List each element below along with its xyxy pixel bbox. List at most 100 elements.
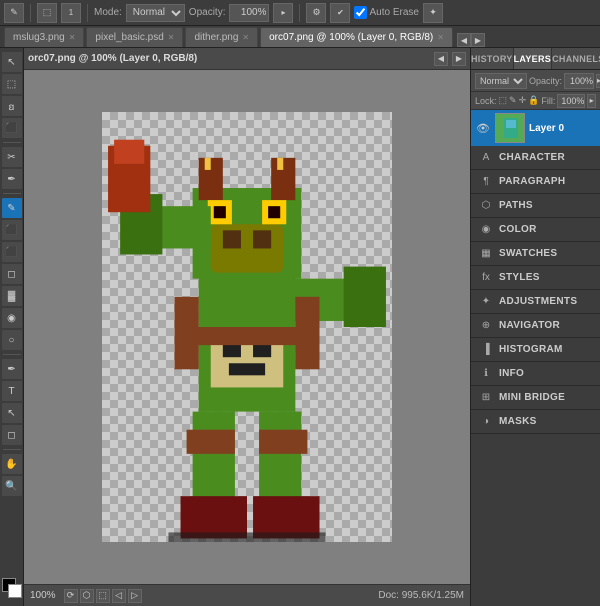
blur-tool[interactable]: ◉ bbox=[2, 308, 22, 328]
hand-tool[interactable]: ✋ bbox=[2, 454, 22, 474]
mini-bridge-panel-label: MINI BRIDGE bbox=[499, 392, 565, 403]
canvas-header-controls: ◀ ▶ bbox=[434, 52, 466, 66]
panel-paragraph[interactable]: ¶ PARAGRAPH bbox=[471, 170, 600, 194]
tablet-icon[interactable]: ✦ bbox=[423, 3, 443, 23]
panel-swatches[interactable]: ▦ SWATCHES bbox=[471, 242, 600, 266]
document-info: Doc: 995.6K/1.25M bbox=[378, 590, 464, 601]
background-color[interactable] bbox=[8, 584, 22, 598]
layer-0-item[interactable]: 👁 Layer 0 bbox=[471, 110, 600, 146]
zoom-tool[interactable]: 🔍 bbox=[2, 476, 22, 496]
masks-panel-label: MASKS bbox=[499, 416, 537, 427]
tab-history[interactable]: HISTORY bbox=[471, 48, 514, 69]
eyedropper-tool[interactable]: ✒ bbox=[2, 169, 22, 189]
opacity-input[interactable] bbox=[229, 4, 269, 22]
opacity-label: Opacity: bbox=[529, 76, 562, 86]
tab-nav-left[interactable]: ◀ bbox=[457, 33, 471, 47]
panel-paths[interactable]: ⬡ PATHS bbox=[471, 194, 600, 218]
tool-divider bbox=[3, 193, 21, 194]
lasso-tool[interactable]: ꞛ bbox=[2, 96, 22, 116]
tab-channels[interactable]: CHANNELS bbox=[552, 48, 600, 69]
move-tool[interactable]: ↖ bbox=[2, 52, 22, 72]
panel-histogram[interactable]: ▐ HISTOGRAM bbox=[471, 338, 600, 362]
auto-erase-checkbox[interactable] bbox=[354, 6, 367, 19]
canvas-footer: 100% ⟳ ⬡ ⬚ ◁ ▷ Doc: 995.6K/1.25M bbox=[24, 584, 470, 606]
lock-row: Lock: ⬚ ✎ ✛ 🔒 Fill: ▸ bbox=[471, 92, 600, 110]
panel-masks[interactable]: ◑ MASKS bbox=[471, 410, 600, 434]
lock-transparent-icon[interactable]: ⬚ bbox=[499, 95, 508, 106]
tab-close-icon[interactable]: ✕ bbox=[437, 33, 444, 42]
fg-bg-color-selector[interactable] bbox=[2, 578, 22, 598]
type-tool[interactable]: T bbox=[2, 381, 22, 401]
right-panel-tabs: HISTORY LAYERS CHANNELS bbox=[471, 48, 600, 70]
gradient-tool[interactable]: ▓ bbox=[2, 286, 22, 306]
opacity-arrow-btn[interactable]: ▸ bbox=[596, 74, 600, 88]
footer-nav-btn-3[interactable]: ⬚ bbox=[96, 589, 110, 603]
mode-label: Mode: bbox=[94, 7, 122, 18]
tab-layers[interactable]: LAYERS bbox=[514, 48, 552, 69]
lock-move-icon[interactable]: ✛ bbox=[519, 95, 527, 106]
canvas-nav-right[interactable]: ▶ bbox=[452, 52, 466, 66]
brush-tool[interactable]: ✎ bbox=[2, 198, 22, 218]
panel-color[interactable]: ◉ COLOR bbox=[471, 218, 600, 242]
blend-mode-select[interactable]: Normal bbox=[475, 73, 527, 89]
canvas-viewport[interactable] bbox=[24, 70, 470, 584]
canvas-title: orc07.png @ 100% (Layer 0, RGB/8) bbox=[28, 53, 197, 64]
pen-tool[interactable]: ✒ bbox=[2, 359, 22, 379]
canvas-nav-left[interactable]: ◀ bbox=[434, 52, 448, 66]
fill-label: Fill: bbox=[541, 96, 555, 106]
tab-mslug[interactable]: mslug3.png ✕ bbox=[4, 27, 84, 47]
styles-panel-icon: fx bbox=[477, 269, 495, 287]
tab-nav-right[interactable]: ▶ bbox=[471, 33, 485, 47]
marquee-tool[interactable]: ⬚ bbox=[2, 74, 22, 94]
panel-adjustments[interactable]: ✦ ADJUSTMENTS bbox=[471, 290, 600, 314]
fill-input[interactable] bbox=[557, 94, 585, 108]
panel-styles[interactable]: fx STYLES bbox=[471, 266, 600, 290]
layer-visibility-icon[interactable]: 👁 bbox=[475, 120, 491, 136]
footer-nav-btn-1[interactable]: ⟳ bbox=[64, 589, 78, 603]
panel-info[interactable]: ℹ INFO bbox=[471, 362, 600, 386]
footer-nav-btn-2[interactable]: ⬡ bbox=[80, 589, 94, 603]
brush-settings-icon[interactable]: ⚙ bbox=[306, 3, 326, 23]
brush-flow-icon[interactable]: ✔ bbox=[330, 3, 350, 23]
lock-all-icon[interactable]: 🔒 bbox=[528, 95, 539, 106]
brush-size-icon[interactable]: 1 bbox=[61, 3, 81, 23]
footer-nav-btn-4[interactable]: ◁ bbox=[112, 589, 126, 603]
path-select-tool[interactable]: ↖ bbox=[2, 403, 22, 423]
left-toolbar: ↖ ⬚ ꞛ ⬛ ✂ ✒ ✎ ⬛ ⬛ ◻ ▓ ◉ ○ ✒ T ↖ ◻ ✋ 🔍 bbox=[0, 48, 24, 606]
brush-preset-icon[interactable]: ⬚ bbox=[37, 3, 57, 23]
paths-panel-icon: ⬡ bbox=[477, 197, 495, 215]
tab-pixel-basic[interactable]: pixel_basic.psd ✕ bbox=[86, 27, 183, 47]
opacity-arrow-icon[interactable]: ▸ bbox=[273, 3, 293, 23]
auto-erase-label[interactable]: Auto Erase bbox=[354, 6, 418, 19]
tab-close-icon[interactable]: ✕ bbox=[168, 33, 175, 42]
footer-nav-btn-5[interactable]: ▷ bbox=[128, 589, 142, 603]
history-brush-tool[interactable]: ⬛ bbox=[2, 242, 22, 262]
lock-paint-icon[interactable]: ✎ bbox=[509, 95, 517, 106]
panel-navigator[interactable]: ⊕ NAVIGATOR bbox=[471, 314, 600, 338]
quick-select-tool[interactable]: ⬛ bbox=[2, 118, 22, 138]
mode-select[interactable]: Normal bbox=[126, 4, 185, 22]
crop-tool[interactable]: ✂ bbox=[2, 147, 22, 167]
tool-divider bbox=[3, 449, 21, 450]
tab-orc07[interactable]: orc07.png @ 100% (Layer 0, RGB/8) ✕ bbox=[260, 27, 453, 47]
lock-label: Lock: bbox=[475, 96, 497, 106]
tab-dither[interactable]: dither.png ✕ bbox=[185, 27, 258, 47]
tab-close-icon[interactable]: ✕ bbox=[69, 33, 76, 42]
info-panel-icon: ℹ bbox=[477, 365, 495, 383]
paragraph-panel-icon: ¶ bbox=[477, 173, 495, 191]
clone-stamp-tool[interactable]: ⬛ bbox=[2, 220, 22, 240]
panel-character[interactable]: A CHARACTER bbox=[471, 146, 600, 170]
color-panel-label: COLOR bbox=[499, 224, 537, 235]
color-swatches bbox=[2, 578, 22, 602]
shape-tool[interactable]: ◻ bbox=[2, 425, 22, 445]
eraser-tool[interactable]: ◻ bbox=[2, 264, 22, 284]
tab-close-icon[interactable]: ✕ bbox=[242, 33, 249, 42]
layer-opacity-input[interactable] bbox=[564, 73, 594, 89]
brush-tool-icon[interactable]: ✎ bbox=[4, 3, 24, 23]
panel-mini-bridge[interactable]: ⊞ MINI BRIDGE bbox=[471, 386, 600, 410]
divider bbox=[87, 4, 88, 22]
fill-arrow-btn[interactable]: ▸ bbox=[587, 94, 596, 108]
dodge-tool[interactable]: ○ bbox=[2, 330, 22, 350]
divider bbox=[30, 4, 31, 22]
styles-panel-label: STYLES bbox=[499, 272, 540, 283]
